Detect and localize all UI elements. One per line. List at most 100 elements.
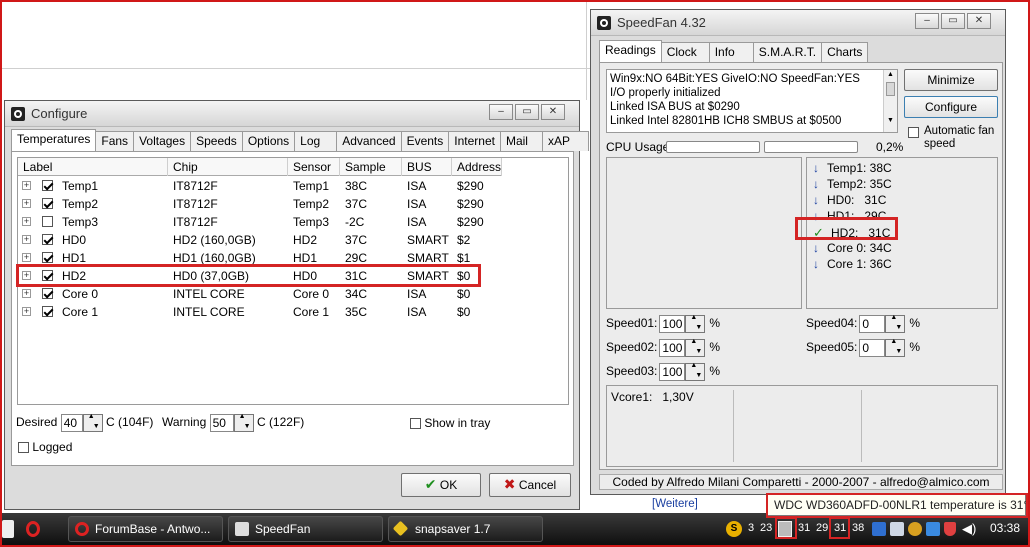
table-row[interactable]: + Core 1 INTEL CORE Core 1 35C ISA $0 bbox=[18, 303, 502, 321]
tray-s-icon[interactable]: S bbox=[726, 521, 742, 537]
show-in-tray-option[interactable]: Show in tray bbox=[410, 416, 490, 430]
table-row[interactable]: + HD2 HD0 (37,0GB) HD0 31C SMART $0 bbox=[18, 267, 502, 285]
row-checkbox[interactable] bbox=[42, 216, 53, 227]
configure-button[interactable]: Configure bbox=[904, 96, 998, 118]
close-window-icon[interactable]: ✕ bbox=[541, 104, 565, 120]
tray-network-icon[interactable] bbox=[890, 522, 904, 536]
tab-xap[interactable]: xAP bbox=[541, 131, 589, 151]
expand-icon[interactable]: + bbox=[22, 235, 31, 244]
table-row[interactable]: + Temp3 IT8712F Temp3 -2C ISA $290 bbox=[18, 213, 502, 231]
column-bus[interactable]: BUS bbox=[402, 158, 452, 176]
warning-input[interactable]: 50 bbox=[209, 414, 234, 432]
volume-icon[interactable]: ◀) bbox=[962, 521, 976, 537]
table-row[interactable]: + Core 0 INTEL CORE Core 0 34C ISA $0 bbox=[18, 285, 502, 303]
taskbar-snapsaver-button[interactable]: snapsaver 1.7 bbox=[388, 516, 543, 542]
expand-icon[interactable]: + bbox=[22, 217, 31, 226]
tab-internet[interactable]: Internet bbox=[448, 131, 501, 151]
speed-input[interactable]: 100 bbox=[659, 363, 686, 381]
tray-number[interactable]: 38 bbox=[852, 522, 864, 534]
row-checkbox[interactable] bbox=[42, 252, 53, 263]
tray-shield-icon[interactable] bbox=[944, 522, 956, 536]
column-address[interactable]: Address bbox=[452, 158, 502, 176]
minimize-window-icon[interactable]: – bbox=[915, 13, 939, 29]
tray-app-icon[interactable] bbox=[872, 522, 886, 536]
tab-voltages[interactable]: Voltages bbox=[133, 131, 192, 151]
minimize-button[interactable]: Minimize bbox=[904, 69, 998, 91]
speed-input[interactable]: 0 bbox=[859, 339, 886, 357]
tab-events[interactable]: Events bbox=[400, 131, 450, 151]
row-checkbox[interactable] bbox=[42, 198, 53, 209]
scroll-down-icon[interactable]: ▼ bbox=[884, 116, 897, 126]
tab-log[interactable]: Log bbox=[294, 131, 338, 151]
tab-clock[interactable]: Clock bbox=[660, 42, 710, 62]
log-scrollbar[interactable]: ▲ ▼ bbox=[883, 70, 897, 132]
maximize-window-icon[interactable]: ▭ bbox=[515, 104, 539, 120]
tray-number[interactable]: 31 bbox=[834, 522, 846, 534]
row-checkbox[interactable] bbox=[42, 306, 53, 317]
speed-input[interactable]: 100 bbox=[659, 339, 686, 357]
auto-fan-checkbox[interactable] bbox=[908, 127, 919, 138]
opera-quicklaunch-icon[interactable] bbox=[26, 521, 40, 537]
tab-advanced[interactable]: Advanced bbox=[336, 131, 402, 151]
speed-input[interactable]: 0 bbox=[859, 315, 886, 333]
scroll-up-icon[interactable]: ▲ bbox=[884, 70, 897, 80]
tab-mail[interactable]: Mail bbox=[499, 131, 543, 151]
minimize-window-icon[interactable]: – bbox=[489, 104, 513, 120]
expand-icon[interactable]: + bbox=[22, 253, 31, 262]
auto-fan-option[interactable]: Automatic fan speed bbox=[908, 125, 1002, 151]
row-checkbox[interactable] bbox=[42, 288, 53, 299]
speed-spinner-icon[interactable] bbox=[685, 314, 706, 333]
tray-number[interactable]: 29 bbox=[816, 522, 828, 534]
row-checkbox[interactable] bbox=[42, 234, 53, 245]
tab-fans[interactable]: Fans bbox=[95, 131, 135, 151]
close-window-icon[interactable]: ✕ bbox=[967, 13, 991, 29]
table-row[interactable]: + Temp1 IT8712F Temp1 38C ISA $290 bbox=[18, 177, 502, 195]
column-sample[interactable]: Sample bbox=[340, 158, 402, 176]
scroll-thumb[interactable] bbox=[886, 82, 895, 96]
desired-input[interactable]: 40 bbox=[60, 414, 83, 432]
taskbar-speedfan-button[interactable]: SpeedFan bbox=[228, 516, 383, 542]
table-row[interactable]: + Temp2 IT8712F Temp2 37C ISA $290 bbox=[18, 195, 502, 213]
tray-hd-icon[interactable] bbox=[778, 521, 792, 537]
row-checkbox[interactable] bbox=[42, 180, 53, 191]
ok-button[interactable]: ✔ OK bbox=[401, 473, 481, 497]
expand-icon[interactable]: + bbox=[22, 289, 31, 298]
tab-temperatures[interactable]: Temperatures bbox=[11, 129, 97, 151]
speed-spinner-icon[interactable] bbox=[885, 338, 906, 357]
clock-time[interactable]: 03:38 bbox=[990, 521, 1020, 535]
tray-number[interactable]: 23 bbox=[760, 522, 772, 534]
speed-spinner-icon[interactable] bbox=[885, 314, 906, 333]
speed-spinner-icon[interactable] bbox=[685, 362, 706, 381]
expand-icon[interactable]: + bbox=[22, 181, 31, 190]
tab-info[interactable]: Info bbox=[708, 42, 754, 62]
speed-input[interactable]: 100 bbox=[659, 315, 686, 333]
tray-number[interactable]: 31 bbox=[798, 522, 810, 534]
start-orb-icon[interactable] bbox=[2, 520, 14, 538]
table-row[interactable]: + HD0 HD2 (160,0GB) HD2 37C SMART $2 bbox=[18, 231, 502, 249]
tab-readings[interactable]: Readings bbox=[599, 40, 662, 62]
logged-option[interactable]: Logged bbox=[18, 440, 72, 454]
tray-settings-icon[interactable] bbox=[908, 522, 922, 536]
tab-options[interactable]: Options bbox=[241, 131, 296, 151]
maximize-window-icon[interactable]: ▭ bbox=[941, 13, 965, 29]
logged-checkbox[interactable] bbox=[18, 442, 29, 454]
speedfan-titlebar[interactable]: SpeedFan 4.32 – ▭ ✕ bbox=[591, 10, 1005, 36]
cancel-button[interactable]: ✖ Cancel bbox=[489, 473, 571, 497]
expand-icon[interactable]: + bbox=[22, 271, 31, 280]
weitere-link[interactable]: [Weitere] bbox=[652, 498, 698, 510]
taskbar-forumbase-button[interactable]: ForumBase - Antwo... bbox=[68, 516, 223, 542]
table-row[interactable]: + HD1 HD1 (160,0GB) HD1 29C SMART $1 bbox=[18, 249, 502, 267]
warning-spinner-icon[interactable] bbox=[233, 413, 254, 432]
desired-spinner-icon[interactable] bbox=[82, 413, 103, 432]
tab-speeds[interactable]: Speeds bbox=[190, 131, 243, 151]
expand-icon[interactable]: + bbox=[22, 307, 31, 316]
column-chip[interactable]: Chip bbox=[168, 158, 288, 176]
column-label[interactable]: Label bbox=[18, 158, 168, 176]
tray-display-icon[interactable] bbox=[926, 522, 940, 536]
expand-icon[interactable]: + bbox=[22, 199, 31, 208]
row-checkbox[interactable] bbox=[42, 270, 53, 281]
column-sensor[interactable]: Sensor bbox=[288, 158, 340, 176]
show-in-tray-checkbox[interactable] bbox=[410, 418, 421, 430]
configure-titlebar[interactable]: Configure – ▭ ✕ bbox=[5, 101, 579, 127]
tab-charts[interactable]: Charts bbox=[821, 42, 869, 62]
